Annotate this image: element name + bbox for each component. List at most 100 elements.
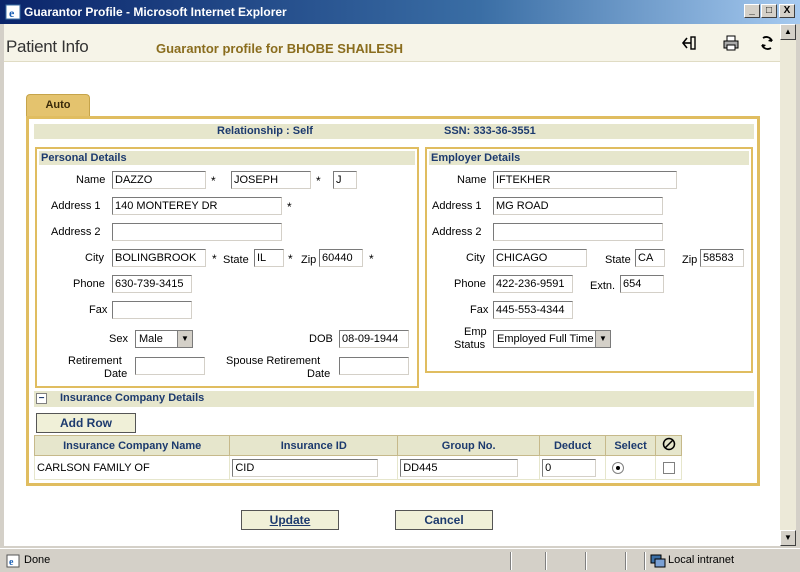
scroll-down-icon[interactable]: ▼	[780, 530, 796, 546]
update-button-label: Update	[269, 513, 311, 527]
employer-name-input[interactable]: IFTEKHER	[493, 171, 677, 189]
back-icon[interactable]	[680, 34, 698, 52]
city-input[interactable]: BOLINGBROOK	[112, 249, 206, 267]
required-mark: *	[287, 200, 292, 214]
table-header-row: Insurance Company Name Insurance ID Grou…	[33, 435, 682, 456]
zone-text: Local intranet	[668, 554, 735, 566]
spouse-retirement-date-label-2: Date	[307, 368, 331, 380]
zip-input[interactable]: 60440	[319, 249, 363, 267]
city-label: City	[85, 252, 104, 264]
employer-fax-label: Fax	[470, 304, 489, 316]
add-row-button[interactable]: Add Row	[36, 413, 136, 433]
guarantor-form: Relationship : Self SSN: 333-36-3551 Per…	[26, 116, 760, 486]
state-input[interactable]: IL	[254, 249, 284, 267]
employer-city-label: City	[466, 252, 485, 264]
update-button[interactable]: Update	[241, 510, 339, 530]
fax-input[interactable]	[112, 301, 192, 319]
middle-initial-input[interactable]: J	[333, 171, 357, 189]
column-header: Select	[605, 435, 656, 456]
column-header: Insurance ID	[229, 435, 399, 456]
personal-details-section: Personal Details Name DAZZO * JOSEPH * J…	[35, 147, 419, 388]
tab-auto[interactable]: Auto	[26, 94, 90, 116]
insurance-id-cell: CID	[229, 455, 399, 480]
status-divider	[625, 552, 627, 570]
close-button[interactable]: X	[779, 4, 795, 18]
chevron-down-icon[interactable]: ▼	[595, 331, 610, 347]
address2-input[interactable]	[112, 223, 282, 241]
employer-address1-input[interactable]: MG ROAD	[493, 197, 663, 215]
emp-status-label-2: Status	[454, 339, 486, 351]
ssn-label: SSN: 333-36-3551	[444, 125, 536, 137]
spouse-retirement-date-input[interactable]	[339, 357, 409, 375]
address1-input[interactable]: 140 MONTEREY DR	[112, 197, 282, 215]
print-icon[interactable]	[722, 34, 740, 52]
relationship-label: Relationship : Self	[217, 125, 313, 137]
maximize-button[interactable]: □	[761, 4, 777, 18]
chevron-down-icon[interactable]: ▼	[177, 331, 192, 347]
employer-state-input[interactable]: CA	[635, 249, 665, 267]
status-divider	[510, 552, 512, 570]
zip-label: Zip	[301, 254, 317, 266]
employer-phone-input[interactable]: 422-236-9591	[493, 275, 573, 293]
last-name-input[interactable]: DAZZO	[112, 171, 206, 189]
status-bar: e Done Local intranet	[0, 548, 800, 572]
local-intranet-icon	[650, 554, 666, 568]
required-mark: *	[212, 252, 217, 266]
employer-address2-label: Address 2	[432, 226, 482, 238]
required-mark: *	[288, 252, 293, 266]
first-name-input[interactable]: JOSEPH	[231, 171, 311, 189]
column-header: Deduct	[539, 435, 607, 456]
extension-input[interactable]: 654	[620, 275, 664, 293]
minimize-button[interactable]: _	[744, 4, 760, 18]
dob-input[interactable]: 08-09-1944	[339, 330, 409, 348]
extension-label: Extn.	[590, 280, 616, 292]
no-entry-icon	[662, 437, 675, 451]
employer-city-input[interactable]: CHICAGO	[493, 249, 587, 267]
address1-label: Address 1	[51, 200, 101, 212]
column-header: Group No.	[397, 435, 541, 456]
sex-label: Sex	[109, 333, 128, 345]
page-header: Patient Info Guarantor profile for BHOBE…	[4, 24, 780, 62]
scroll-up-icon[interactable]: ▲	[780, 24, 796, 40]
delete-checkbox[interactable]	[662, 461, 675, 474]
retirement-date-input[interactable]	[135, 357, 205, 375]
employer-address2-input[interactable]	[493, 223, 663, 241]
employer-zip-input[interactable]: 58583	[700, 249, 744, 267]
name-label: Name	[76, 174, 106, 186]
spouse-retirement-date-label: Spouse Retirement	[226, 355, 321, 367]
fax-label: Fax	[89, 304, 108, 316]
employer-fax-input[interactable]: 445-553-4344	[493, 301, 573, 319]
group-no-input[interactable]: DD445	[400, 458, 519, 477]
svg-text:e: e	[9, 6, 15, 20]
state-label: State	[223, 254, 249, 266]
column-header-delete	[655, 435, 682, 456]
page-subtitle: Guarantor profile for BHOBE SHAILESH	[156, 41, 404, 56]
refresh-icon[interactable]	[758, 34, 776, 52]
insurance-details-heading: Insurance Company Details	[60, 392, 205, 404]
required-mark: *	[369, 252, 374, 266]
company-name-cell: CARLSON FAMILY OF	[33, 455, 231, 480]
phone-label: Phone	[73, 278, 105, 290]
collapse-icon[interactable]: −	[36, 393, 47, 404]
internet-explorer-icon: e	[5, 4, 21, 20]
emp-status-select[interactable]: Employed Full Time ▼	[493, 330, 611, 348]
sex-select[interactable]: Male ▼	[135, 330, 193, 348]
relationship-bar: Relationship : Self SSN: 333-36-3551	[34, 124, 754, 139]
select-cell	[605, 455, 656, 480]
required-mark: *	[316, 174, 321, 188]
table-row: CARLSON FAMILY OF CID DD445 0	[33, 455, 682, 480]
insurance-id-input[interactable]: CID	[232, 458, 379, 477]
employer-phone-label: Phone	[454, 278, 486, 290]
page-done-icon: e	[6, 554, 20, 568]
employer-address1-label: Address 1	[432, 200, 482, 212]
vertical-scrollbar[interactable]: ▲ ▼	[780, 24, 796, 546]
employer-zip-label: Zip	[682, 254, 698, 266]
deduct-input[interactable]: 0	[542, 458, 597, 477]
window-title-bar: e Guarantor Profile - Microsoft Internet…	[0, 0, 800, 24]
cancel-button[interactable]: Cancel	[395, 510, 493, 530]
status-text: Done	[24, 554, 51, 566]
retirement-date-label: Retirement	[68, 355, 122, 367]
phone-input[interactable]: 630-739-3415	[112, 275, 192, 293]
emp-status-value: Employed Full Time	[497, 333, 594, 345]
select-radio[interactable]	[612, 461, 625, 474]
